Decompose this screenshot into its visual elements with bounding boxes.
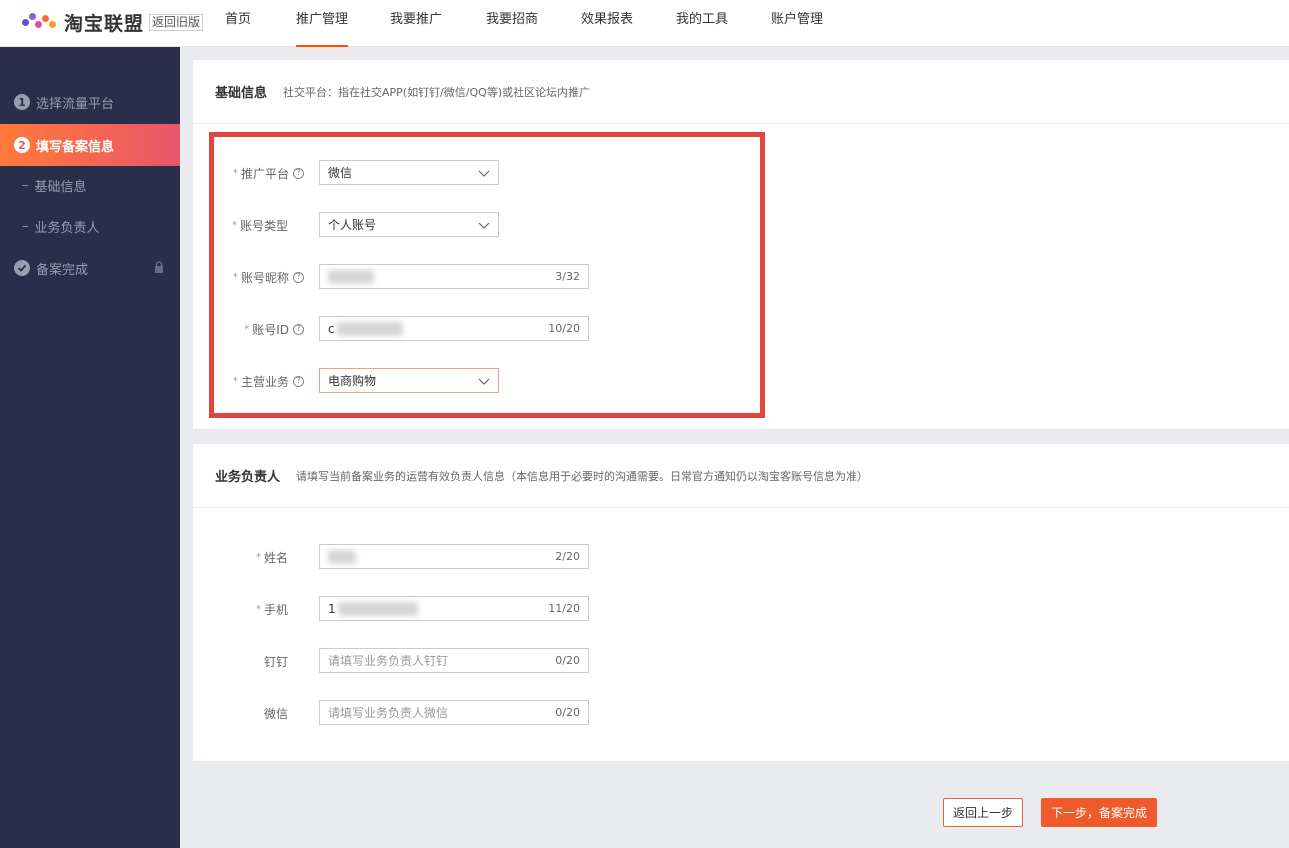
panel-title: 基础信息 [215,86,268,101]
redacted-text [328,549,356,564]
sidebar-step-done[interactable]: 备案完成 [0,247,180,289]
chevron-down-icon [478,222,490,229]
business-label: * 主营业务? [214,373,304,390]
brand-name: 淘宝联盟 [64,13,145,35]
char-counter: 0/20 [555,706,580,719]
alimama-logo-icon [22,12,60,33]
sidebar-item-label: 备案完成 [36,262,89,278]
nav-promotion-management[interactable]: 推广管理 [296,0,348,47]
platform-label-row: * 推广平台? [214,162,314,184]
lock-icon [155,261,163,273]
name-label-row: * 姓名 [214,546,314,568]
char-counter: 2/20 [555,550,580,563]
help-icon[interactable]: ? [293,271,304,283]
name-input[interactable]: 2/20 [319,544,589,569]
phone-input[interactable]: 1 11/20 [319,596,589,621]
platform-select[interactable]: 微信 [319,160,499,185]
sidebar-sub-basic-info[interactable]: – 基础信息 [0,164,180,206]
panel-title: 业务负责人 [215,470,281,485]
sidebar: 1 选择流量平台 2 填写备案信息 – 基础信息 – 业务负责人 备案完成 [0,47,180,848]
phone-label: * 手机 [255,602,288,617]
wechat-label-row: 微信 [214,702,314,724]
next-button[interactable]: 下一步，备案完成 [1041,798,1157,827]
help-icon[interactable]: ? [293,375,304,387]
name-label: * 姓名 [255,550,288,565]
sidebar-step-select-platform[interactable]: 1 选择流量平台 [0,81,180,123]
nickname-label-row: * 账号昵称? [214,266,314,288]
top-nav-bar: 淘宝联盟 返回旧版 首页 推广管理 我要推广 我要招商 效果报表 我的工具 账户… [0,0,1289,47]
account-type-label: * 账号类型 [231,218,288,233]
sidebar-item-label: 填写备案信息 [36,139,115,155]
nickname-label: * 账号昵称? [214,269,304,286]
step-number-badge: 2 [14,137,30,153]
sidebar-item-label: 选择流量平台 [36,96,115,112]
phone-label-row: * 手机 [214,598,314,620]
panel-description: 请填写当前备案业务的运营有效负责人信息（本信息用于必要时的沟通需要。日常官方通知… [296,469,869,483]
dingding-label-row: 钉钉 [214,650,314,672]
sidebar-step-fill-info[interactable]: 2 填写备案信息 [0,124,180,166]
char-counter: 10/20 [548,322,580,335]
business-select[interactable]: 电商购物 [319,368,499,393]
redacted-text [336,321,403,336]
nav-account[interactable]: 账户管理 [771,0,837,47]
back-button[interactable]: 返回上一步 [943,798,1023,827]
sidebar-item-label: 基础信息 [34,179,87,195]
dingding-input[interactable]: 请填写业务负责人钉钉 0/20 [319,648,589,673]
char-counter: 11/20 [548,602,580,615]
redacted-text [337,601,418,616]
chevron-down-icon [478,378,490,385]
help-icon[interactable]: ? [293,323,304,335]
wechat-label: 微信 [263,706,288,721]
panel-header: 业务负责人 请填写当前备案业务的运营有效负责人信息（本信息用于必要时的沟通需要。… [193,444,1289,508]
check-circle-icon [14,260,30,276]
wechat-input[interactable]: 请填写业务负责人微信 0/20 [319,700,589,725]
main-nav: 首页 推广管理 我要推广 我要招商 效果报表 我的工具 账户管理 [210,0,837,47]
input-placeholder: 请填写业务负责人微信 [328,706,449,720]
select-value: 微信 [328,166,353,180]
char-counter: 0/20 [555,654,580,667]
platform-label: * 推广平台? [214,165,304,182]
help-icon[interactable]: ? [293,167,304,179]
input-value-prefix: c [328,321,335,336]
account-type-select[interactable]: 个人账号 [319,212,499,237]
panel-header: 基础信息 社交平台：指在社交APP(如钉钉/微信/QQ等)或社区论坛内推广 [193,60,1289,124]
char-counter: 3/32 [555,270,580,283]
sidebar-item-label: 业务负责人 [34,220,100,236]
select-value: 个人账号 [328,218,377,232]
business-label-row: * 主营业务? [214,370,314,392]
logo[interactable]: 淘宝联盟 返回旧版 [22,9,204,36]
chevron-down-icon [478,170,490,177]
step-number-badge: 1 [14,94,30,110]
account-type-label-row: * 账号类型 [214,214,314,236]
account-id-label-row: * 账号ID? [214,318,314,340]
input-value-prefix: 1 [328,601,336,616]
old-version-link[interactable]: 返回旧版 [149,14,204,31]
redacted-text [328,269,374,284]
dingding-label: 钉钉 [263,654,288,669]
nav-home[interactable]: 首页 [210,0,280,47]
account-id-label: * 账号ID? [214,321,304,338]
nav-reports[interactable]: 效果报表 [581,0,647,47]
panel-description: 社交平台：指在社交APP(如钉钉/微信/QQ等)或社区论坛内推广 [283,85,591,99]
nav-recruit[interactable]: 我要招商 [486,0,552,47]
account-id-input[interactable]: c 10/20 [319,316,589,341]
nickname-input[interactable]: 3/32 [319,264,589,289]
select-value: 电商购物 [328,374,377,388]
nav-promote[interactable]: 我要推广 [390,0,456,47]
input-placeholder: 请填写业务负责人钉钉 [328,654,449,668]
sidebar-sub-owner[interactable]: – 业务负责人 [0,205,180,247]
nav-tools[interactable]: 我的工具 [676,0,742,47]
